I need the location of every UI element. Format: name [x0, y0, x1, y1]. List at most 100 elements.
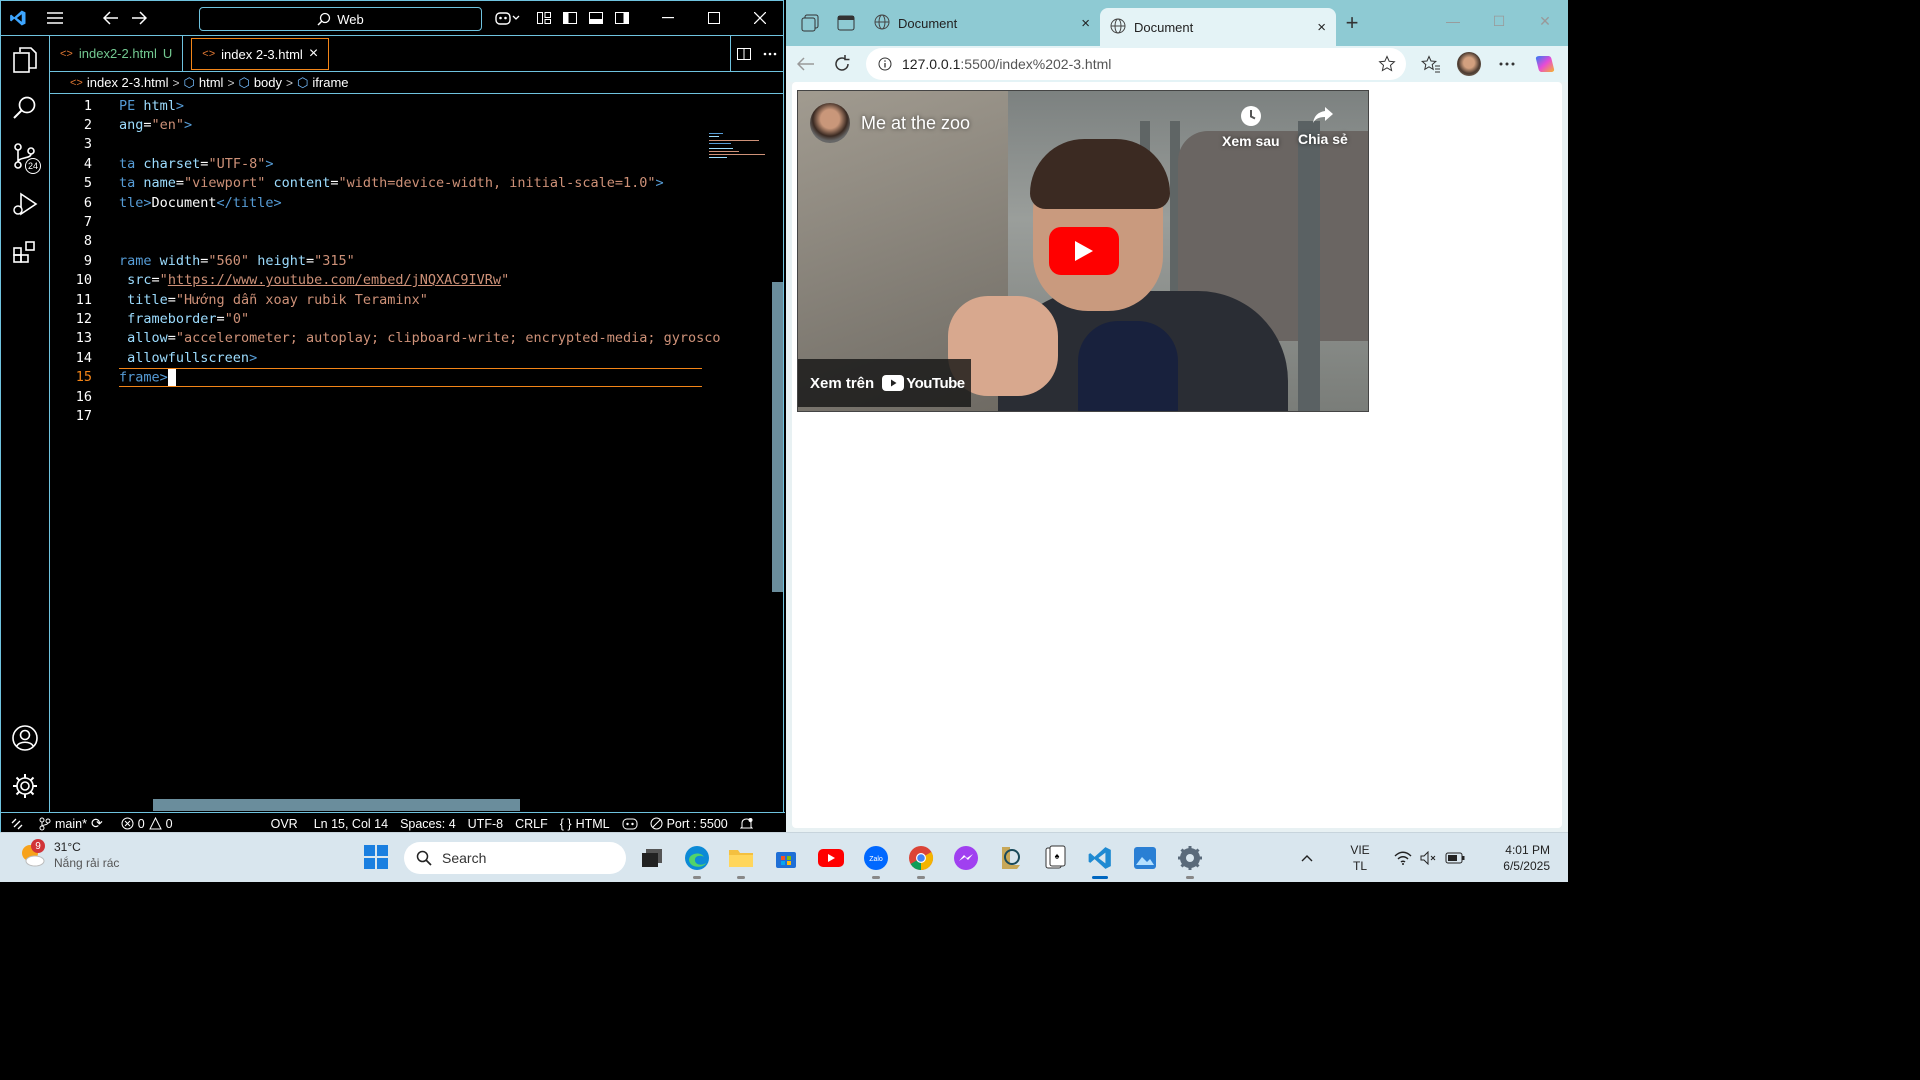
solitaire-icon[interactable]: ♠ — [1039, 842, 1071, 874]
vscode-logo-icon[interactable] — [1, 1, 35, 35]
code-line[interactable]: 17 — [50, 406, 783, 425]
code-line[interactable]: 6 tle>Document</title> — [50, 193, 783, 212]
breadcrumb-html[interactable]: html — [199, 75, 224, 90]
breadcrumb-file[interactable]: index 2-3.html — [87, 75, 169, 90]
code-line[interactable]: 1 PE html> — [50, 96, 783, 115]
code-line[interactable]: 8 — [50, 232, 783, 251]
copilot-icon[interactable] — [1528, 47, 1562, 81]
code-line[interactable]: 5 ta name="viewport" content="width=devic… — [50, 174, 783, 193]
watch-later-button[interactable]: Xem sau — [1222, 105, 1280, 149]
address-bar[interactable]: 127.0.0.1:5500/index%202-3.html — [866, 48, 1406, 80]
back-arrow-icon[interactable] — [97, 1, 125, 35]
code-line[interactable]: 10 src="https://www.youtube.com/embed/jN… — [50, 271, 783, 290]
code-token: > — [249, 349, 258, 366]
youtube-embed[interactable]: Me at the zoo Xem sau Chia sẻ Xem trên Y… — [797, 90, 1369, 412]
tab-index-2-3[interactable]: <> index 2-3.html × — [191, 38, 330, 70]
code-editor[interactable]: 1 PE html> 2 ang="en"> 3 4 ta charset="UTF-8">… — [50, 94, 783, 426]
search-sidebar-icon[interactable] — [1, 84, 49, 132]
split-editor-icon[interactable] — [731, 37, 757, 71]
breadcrumb-body[interactable]: body — [254, 75, 282, 90]
file-explorer-icon[interactable] — [725, 842, 757, 879]
weather-widget[interactable]: 9 31°C Nắng rải rác — [18, 839, 119, 871]
code-line[interactable]: 12 frameborder="0" — [50, 309, 783, 328]
settings-icon[interactable] — [1174, 842, 1206, 879]
share-button[interactable]: Chia sẻ — [1298, 105, 1348, 147]
code-line[interactable]: 2 ang="en"> — [50, 115, 783, 134]
chrome-icon[interactable] — [905, 842, 937, 879]
wifi-icon[interactable] — [1390, 843, 1416, 873]
toggle-panel-icon[interactable] — [583, 1, 609, 35]
code-line[interactable]: 15 frame> — [50, 367, 783, 387]
site-info-icon[interactable] — [878, 57, 892, 71]
maximize-icon[interactable] — [691, 1, 737, 35]
source-control-icon[interactable]: 24 — [1, 132, 49, 180]
accounts-icon[interactable] — [1, 714, 49, 762]
code-line[interactable]: 11 title="Hướng dẫn xoay rubik Teraminx" — [50, 290, 783, 309]
code-line[interactable]: 3 — [50, 135, 783, 154]
watch-on-youtube-button[interactable]: Xem trên YouTube — [798, 359, 971, 407]
vertical-scrollbar[interactable] — [772, 282, 783, 592]
minimize-icon[interactable] — [645, 1, 691, 35]
browser-tab-2[interactable]: Document × — [1100, 8, 1336, 46]
channel-avatar[interactable] — [810, 103, 850, 143]
clock[interactable]: 4:01 PM 6/5/2025 — [1468, 842, 1568, 874]
horizontal-scrollbar[interactable] — [153, 799, 520, 811]
taskbar-search[interactable]: Search — [404, 842, 626, 874]
vscode-taskbar-icon[interactable] — [1084, 842, 1116, 879]
tab-actions-icon[interactable] — [828, 5, 864, 41]
close-tab-icon[interactable]: × — [309, 45, 318, 63]
back-arrow-icon[interactable] — [788, 46, 824, 82]
run-debug-icon[interactable] — [1, 180, 49, 228]
store-icon[interactable] — [770, 842, 802, 874]
copilot-icon[interactable] — [489, 1, 525, 35]
code-line[interactable]: 13 allow="accelerometer; autoplay; clipb… — [50, 329, 783, 348]
youtube-app-icon[interactable] — [815, 842, 847, 874]
more-actions-icon[interactable] — [757, 37, 783, 71]
play-button[interactable] — [1049, 227, 1119, 275]
workspaces-icon[interactable] — [792, 5, 828, 41]
battery-icon[interactable] — [1442, 843, 1468, 873]
extensions-icon[interactable] — [1, 228, 49, 276]
code-line[interactable]: 9 rame width="560" height="315" — [50, 251, 783, 270]
windows-start-icon[interactable] — [363, 844, 391, 872]
toggle-primary-sidebar-icon[interactable] — [557, 1, 583, 35]
favorite-star-icon[interactable] — [1378, 55, 1396, 73]
minimize-icon[interactable]: — — [1430, 0, 1476, 42]
close-window-icon[interactable] — [737, 1, 783, 35]
code-line[interactable]: 7 — [50, 212, 783, 231]
refresh-icon[interactable] — [824, 46, 860, 82]
show-hidden-icons-chevron-icon[interactable] — [1294, 843, 1320, 873]
task-view-icon[interactable] — [636, 842, 668, 874]
minimap[interactable] — [709, 131, 769, 161]
edge-icon[interactable] — [681, 842, 713, 879]
customize-layout-icon[interactable] — [531, 1, 557, 35]
favorites-icon[interactable] — [1414, 47, 1448, 81]
tab-index2-2[interactable]: <> index2-2.html U — [50, 36, 184, 71]
manage-gear-icon[interactable] — [1, 762, 49, 810]
messenger-icon[interactable] — [950, 842, 982, 874]
browser-tab-1[interactable]: Document × — [864, 4, 1100, 42]
sync-icon[interactable]: ⟳ — [91, 815, 103, 832]
code-line[interactable]: 14 allowfullscreen> — [50, 348, 783, 367]
input-language[interactable]: VIE TL — [1330, 842, 1390, 874]
photos-icon[interactable] — [1129, 842, 1161, 874]
breadcrumb-iframe[interactable]: iframe — [312, 75, 348, 90]
forward-arrow-icon[interactable] — [125, 1, 153, 35]
hamburger-menu-icon[interactable] — [35, 1, 75, 35]
maximize-icon[interactable]: ☐ — [1476, 0, 1522, 42]
volume-muted-icon[interactable] — [1416, 843, 1442, 873]
code-line[interactable]: 16 — [50, 387, 783, 406]
more-menu-icon[interactable] — [1490, 47, 1524, 81]
league-of-legends-icon[interactable] — [994, 842, 1026, 874]
command-center-search[interactable]: Web — [199, 7, 482, 31]
code-line[interactable]: 4 ta charset="UTF-8"> — [50, 154, 783, 173]
close-window-icon[interactable]: ✕ — [1522, 0, 1568, 42]
explorer-icon[interactable] — [1, 36, 49, 84]
zalo-icon[interactable]: Zalo — [860, 842, 892, 879]
new-tab-button[interactable]: + — [1336, 7, 1368, 39]
profile-avatar[interactable] — [1452, 47, 1486, 81]
close-tab-icon[interactable]: × — [1317, 19, 1326, 36]
video-title[interactable]: Me at the zoo — [861, 113, 970, 134]
toggle-secondary-sidebar-icon[interactable] — [609, 1, 635, 35]
close-tab-icon[interactable]: × — [1081, 15, 1090, 32]
